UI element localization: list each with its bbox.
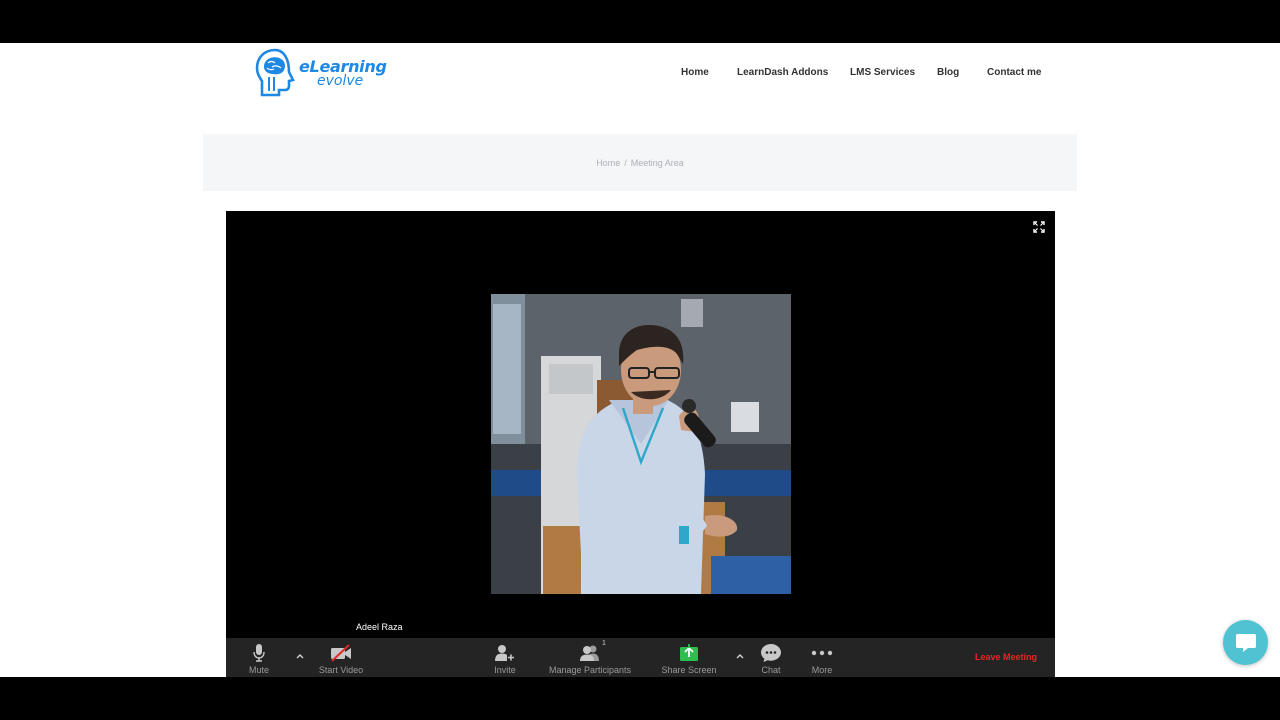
manage-participants-label: Manage Participants bbox=[548, 665, 632, 675]
microphone-icon bbox=[252, 643, 266, 663]
breadcrumb-current: Meeting Area bbox=[630, 157, 684, 168]
invite-button[interactable]: Invite bbox=[492, 638, 518, 677]
start-video-button[interactable]: Start Video bbox=[316, 638, 366, 677]
chat-icon bbox=[760, 643, 782, 663]
mute-button[interactable]: Mute bbox=[246, 638, 272, 677]
chat-label: Chat bbox=[761, 665, 781, 675]
breadcrumb-separator: / bbox=[624, 157, 627, 168]
nav-lms-services[interactable]: LMS Services bbox=[850, 67, 915, 78]
share-screen-button[interactable]: Share Screen bbox=[660, 638, 718, 677]
manage-participants-button[interactable]: Manage Participants 1 bbox=[546, 638, 634, 677]
participant-name-label: Adeel Raza bbox=[356, 622, 403, 632]
breadcrumb: Home / Meeting Area bbox=[203, 134, 1077, 191]
chat-button[interactable]: Chat bbox=[758, 638, 784, 677]
participants-icon bbox=[578, 643, 602, 663]
mute-label: Mute bbox=[248, 665, 269, 675]
meeting-toolbar: Mute Start Video Invite Manage Participa… bbox=[226, 638, 1055, 677]
audio-options-chevron-up-icon[interactable] bbox=[294, 650, 306, 662]
leave-meeting-button[interactable]: Leave Meeting bbox=[975, 652, 1037, 662]
fullscreen-icon[interactable] bbox=[1033, 221, 1045, 233]
more-button[interactable]: More bbox=[808, 638, 836, 677]
share-options-chevron-up-icon[interactable] bbox=[734, 650, 746, 662]
support-chat-button[interactable] bbox=[1223, 620, 1268, 665]
web-page: eLearning evolve Home LearnDash Addons L… bbox=[0, 43, 1280, 677]
nav-learndash-addons[interactable]: LearnDash Addons bbox=[737, 67, 828, 78]
nav-blog[interactable]: Blog bbox=[937, 67, 959, 78]
main-nav: Home LearnDash Addons LMS Services Blog … bbox=[0, 67, 1280, 81]
letterbox-top bbox=[0, 0, 1280, 43]
nav-contact-me[interactable]: Contact me bbox=[987, 67, 1041, 78]
invite-icon bbox=[494, 643, 516, 663]
breadcrumb-home[interactable]: Home bbox=[596, 158, 620, 168]
support-chat-icon bbox=[1235, 633, 1256, 652]
participant-photo bbox=[491, 294, 791, 594]
meeting-area: Adeel Raza Mute Start Video Invite Manag… bbox=[226, 211, 1055, 677]
nav-home[interactable]: Home bbox=[681, 67, 709, 78]
more-icon bbox=[811, 643, 833, 663]
participant-video bbox=[491, 294, 791, 594]
video-off-icon bbox=[329, 643, 353, 663]
letterbox-bottom bbox=[0, 677, 1280, 720]
share-screen-label: Share Screen bbox=[661, 665, 717, 675]
more-label: More bbox=[811, 665, 833, 675]
start-video-label: Start Video bbox=[318, 665, 364, 675]
participant-count-badge: 1 bbox=[602, 640, 606, 647]
share-screen-icon bbox=[679, 643, 699, 663]
invite-label: Invite bbox=[494, 665, 516, 675]
